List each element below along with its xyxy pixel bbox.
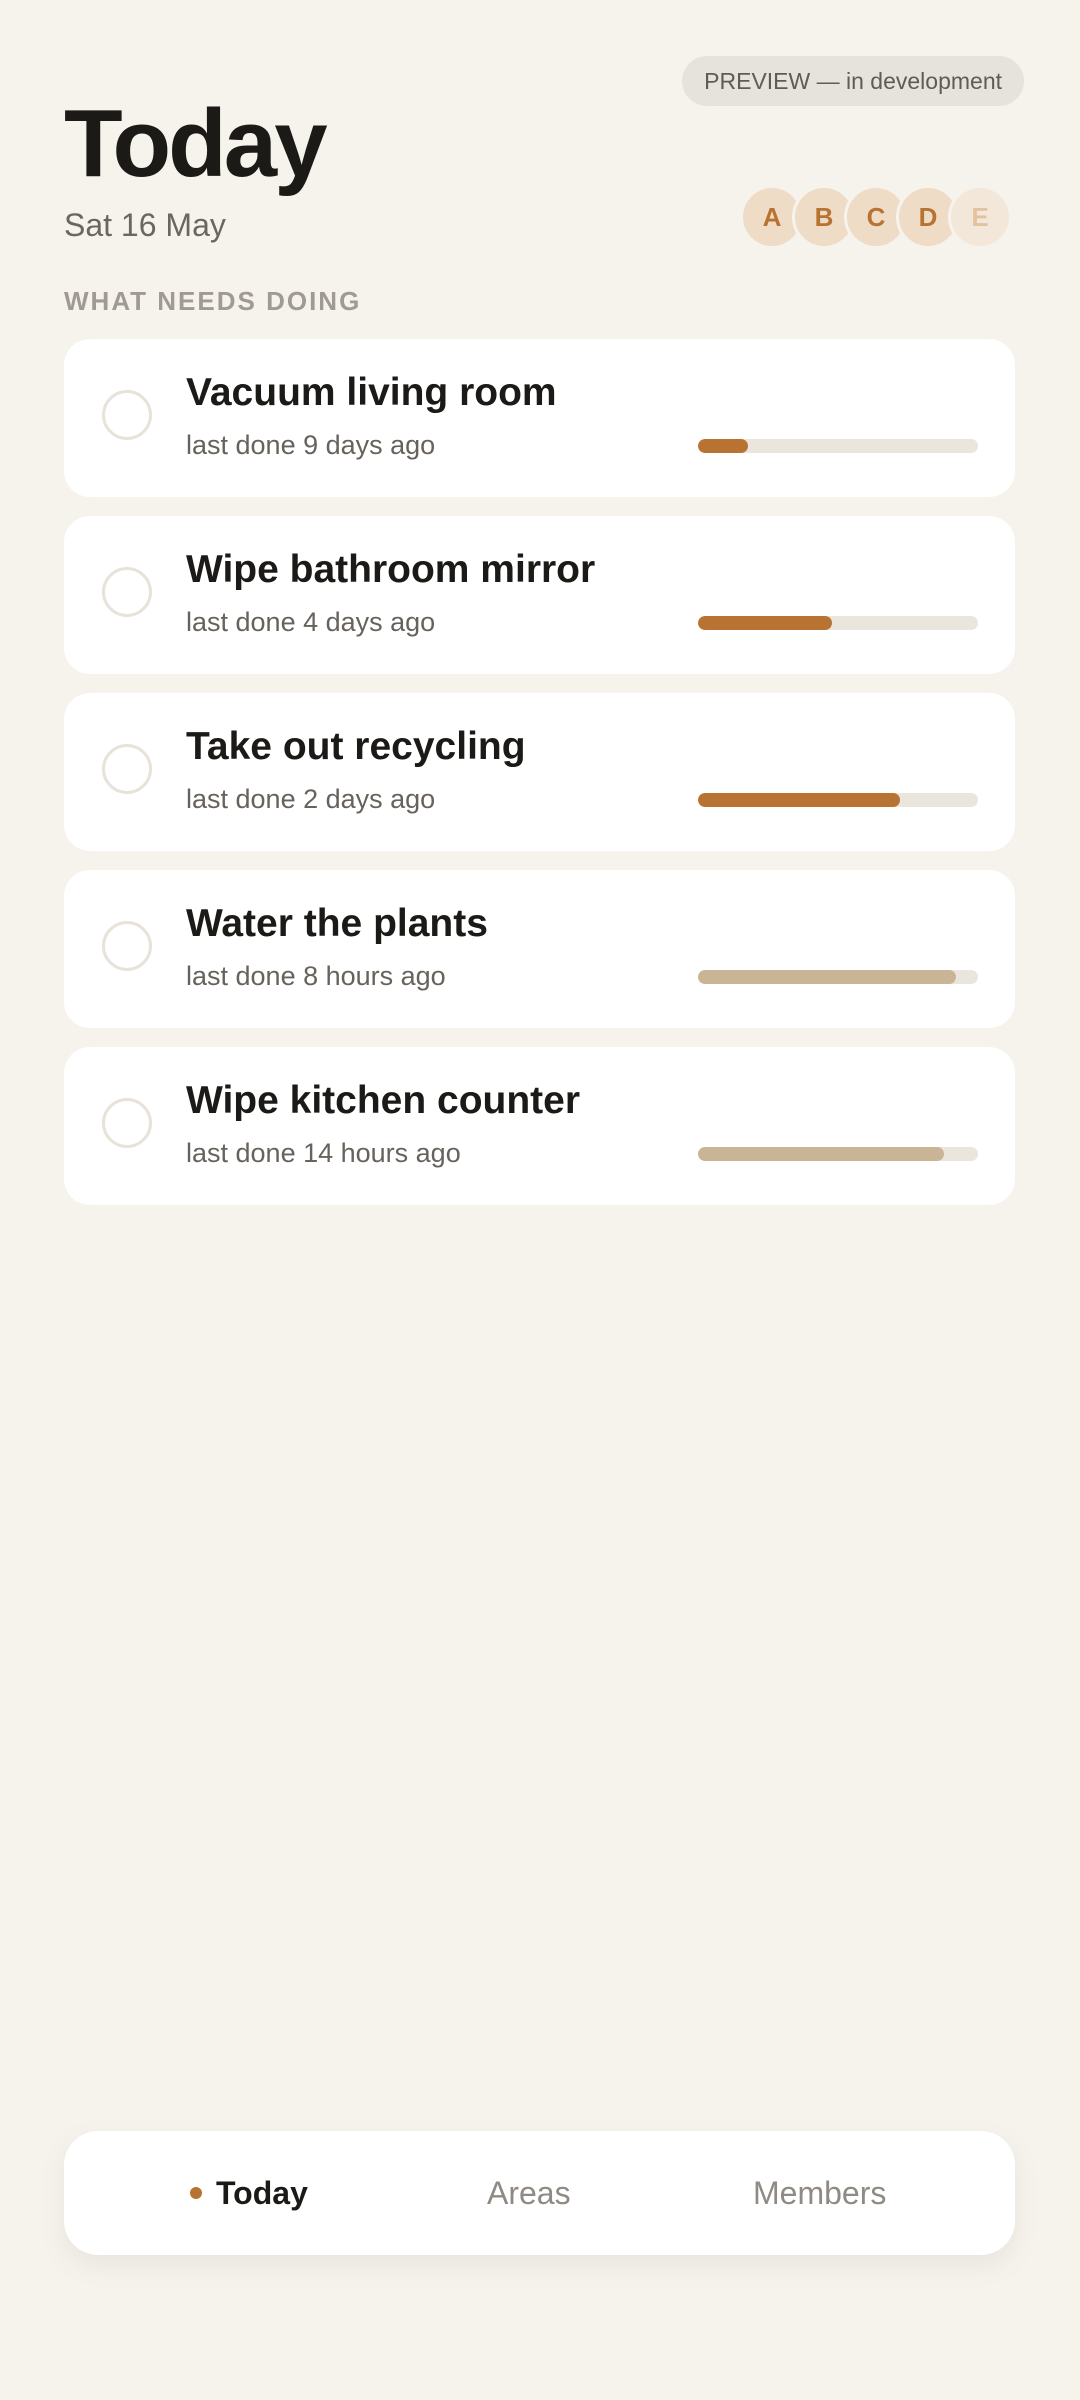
task-card[interactable]: Take out recycling last done 2 days ago — [64, 693, 1015, 851]
freshness-bar — [698, 793, 978, 807]
task-last-done: last done 2 days ago — [186, 784, 436, 814]
task-title: Water the plants — [186, 902, 488, 945]
task-card[interactable]: Vacuum living room last done 9 days ago — [64, 339, 1015, 497]
freshness-bar — [698, 970, 978, 984]
task-last-done: last done 9 days ago — [186, 430, 436, 460]
freshness-bar — [698, 439, 978, 453]
complete-checkbox[interactable] — [102, 921, 152, 971]
task-card[interactable]: Water the plants last done 8 hours ago — [64, 870, 1015, 1028]
active-dot-icon — [190, 2187, 202, 2199]
task-title: Vacuum living room — [186, 371, 557, 414]
section-heading: WHAT NEEDS DOING — [64, 286, 362, 316]
nav-members[interactable]: Members — [753, 2131, 886, 2255]
bottom-nav: Today Areas Members — [64, 2131, 1015, 2255]
freshness-bar-fill — [698, 793, 900, 807]
task-list: Vacuum living room last done 9 days ago … — [64, 339, 1015, 1224]
nav-today-label: Today — [216, 2174, 308, 2211]
complete-checkbox[interactable] — [102, 744, 152, 794]
nav-members-label: Members — [753, 2174, 887, 2211]
complete-checkbox[interactable] — [102, 1098, 152, 1148]
freshness-bar — [698, 1147, 978, 1161]
task-title: Wipe kitchen counter — [186, 1079, 581, 1122]
complete-checkbox[interactable] — [102, 567, 152, 617]
nav-today[interactable]: Today — [190, 2131, 308, 2255]
task-title: Wipe bathroom mirror — [186, 548, 596, 591]
freshness-bar-fill — [698, 616, 833, 630]
freshness-bar-fill — [698, 439, 749, 453]
preview-badge: PREVIEW — in development — [682, 56, 1024, 106]
page-date: Sat 16 May — [64, 207, 226, 243]
nav-areas-label: Areas — [487, 2174, 571, 2211]
task-last-done: last done 4 days ago — [186, 607, 436, 637]
task-last-done: last done 8 hours ago — [186, 961, 446, 991]
freshness-bar-fill — [698, 970, 956, 984]
task-title: Take out recycling — [186, 725, 526, 768]
freshness-bar-fill — [698, 1147, 945, 1161]
freshness-bar — [698, 616, 978, 630]
avatar[interactable]: E — [948, 185, 1012, 249]
task-card[interactable]: Wipe kitchen counter last done 14 hours … — [64, 1047, 1015, 1205]
complete-checkbox[interactable] — [102, 390, 152, 440]
member-avatars[interactable]: A B C D E — [740, 185, 1012, 249]
task-card[interactable]: Wipe bathroom mirror last done 4 days ag… — [64, 516, 1015, 674]
task-last-done: last done 14 hours ago — [186, 1138, 461, 1168]
nav-areas[interactable]: Areas — [487, 2131, 571, 2255]
page-title: Today — [64, 90, 328, 197]
